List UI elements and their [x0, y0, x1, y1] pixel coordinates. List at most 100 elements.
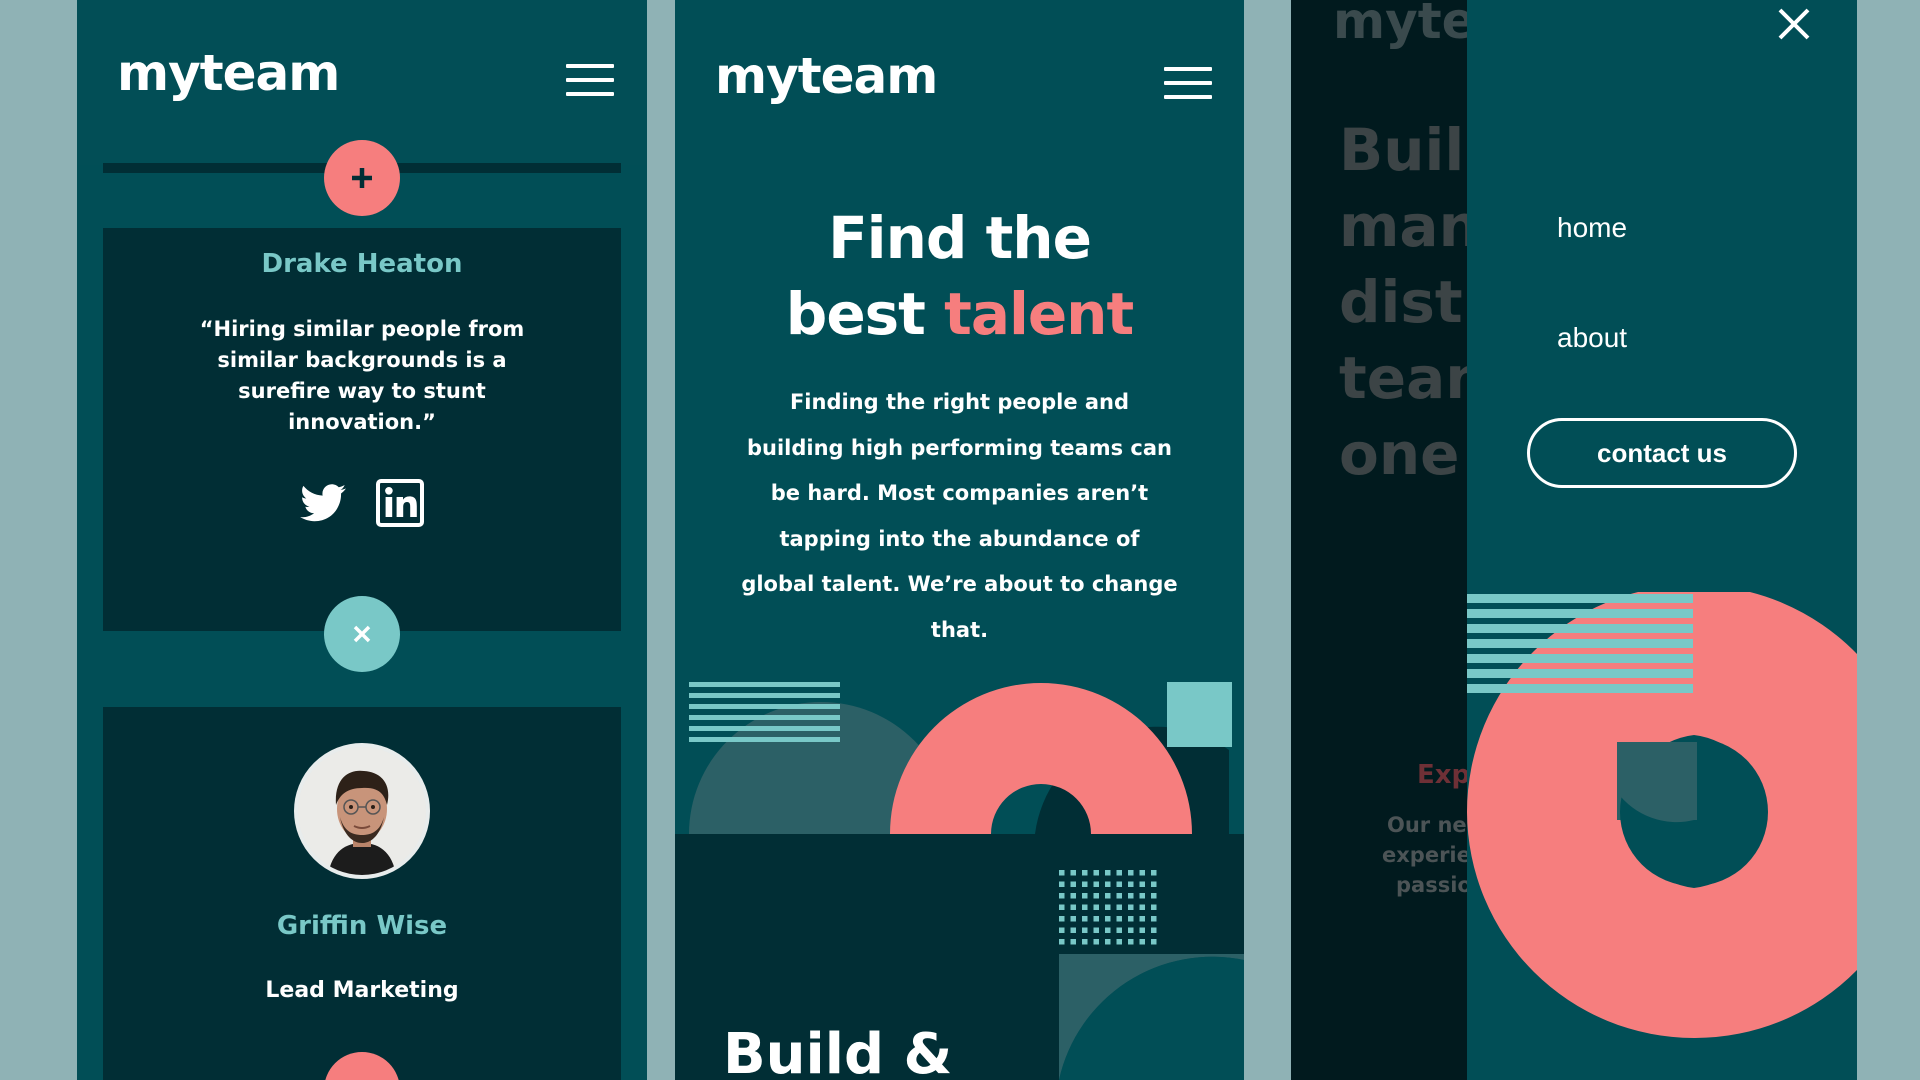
member-name: Griffin Wise — [276, 911, 448, 941]
dimmed-headline-line: one — [1339, 420, 1460, 488]
decor-dot — [1128, 927, 1134, 933]
avatar — [294, 743, 430, 879]
member-role: Lead Marketing — [265, 978, 459, 1003]
dimmed-text-line: passio — [1396, 873, 1472, 897]
decor-dot — [1116, 893, 1122, 899]
member-card-drake: Drake Heaton “Hiring similar people from… — [103, 228, 621, 631]
decor-dot — [1116, 870, 1122, 876]
decor-dot — [1116, 939, 1122, 945]
nav-link-home[interactable]: home — [1557, 212, 1627, 244]
decor-dot — [1070, 870, 1076, 876]
section-heading: Build & — [723, 1022, 953, 1080]
decor-dot — [1128, 870, 1134, 876]
dimmed-subheading: Exp — [1417, 760, 1471, 790]
decor-dot — [1082, 904, 1088, 910]
decor-dot — [1105, 916, 1111, 922]
decor-dot — [1070, 939, 1076, 945]
decor-dot — [1151, 916, 1157, 922]
decor-dot — [1059, 893, 1065, 899]
decor-dot — [1139, 904, 1145, 910]
decor-dot — [1105, 904, 1111, 910]
decor-dot — [1093, 870, 1099, 876]
member-quote: “Hiring similar people from similar back… — [199, 317, 525, 434]
decor-dot — [1105, 870, 1111, 876]
decor-dot — [1116, 881, 1122, 887]
drawer-decoration — [1467, 592, 1857, 1039]
plus-icon — [352, 168, 372, 188]
hero-heading-line2: best talent — [675, 276, 1244, 352]
decor-dot — [1093, 881, 1099, 887]
avatar-photo — [298, 747, 426, 875]
expand-button[interactable] — [324, 140, 400, 216]
decor-dot — [1151, 939, 1157, 945]
decor-dot — [1059, 870, 1065, 876]
hamburger-icon[interactable] — [566, 64, 614, 98]
decor-dot — [1059, 939, 1065, 945]
dimmed-text-line: Our ne — [1387, 813, 1467, 837]
decor-dot — [1059, 881, 1065, 887]
decor-dot — [1093, 893, 1099, 899]
decor-dot — [1093, 939, 1099, 945]
decor-dot — [1059, 927, 1065, 933]
decor-dot — [1151, 904, 1157, 910]
decor-dot — [1082, 927, 1088, 933]
decor-dot — [1082, 916, 1088, 922]
decor-dot — [1105, 927, 1111, 933]
decor-dot — [1151, 881, 1157, 887]
dimmed-headline-line: tean — [1339, 344, 1487, 412]
decor-dot — [1116, 916, 1122, 922]
dimmed-headline-line: man — [1339, 192, 1480, 260]
decor-dot — [1151, 893, 1157, 899]
decor-dot — [1139, 927, 1145, 933]
decor-dot — [1151, 870, 1157, 876]
decor-dot — [1139, 893, 1145, 899]
contact-us-button[interactable]: contact us — [1527, 418, 1797, 488]
decor-dot — [1070, 881, 1076, 887]
decor-dot — [1105, 939, 1111, 945]
nav-link-about[interactable]: about — [1557, 322, 1627, 354]
dimmed-headline-line: Buil — [1339, 116, 1465, 184]
decor-dot — [1070, 927, 1076, 933]
decor-dot — [1116, 927, 1122, 933]
member-name: Drake Heaton — [261, 249, 463, 279]
decor-dot — [1070, 916, 1076, 922]
decor-dot — [1070, 904, 1076, 910]
member-card-griffin: Griffin Wise Lead Marketing — [103, 707, 621, 1080]
decor-dot — [1105, 881, 1111, 887]
decor-dot — [1082, 939, 1088, 945]
dimmed-text-line: experie — [1382, 843, 1471, 867]
close-icon[interactable] — [1774, 4, 1814, 44]
site-logo[interactable]: myteam — [715, 47, 938, 105]
hero-heading-accent: talent — [944, 280, 1134, 348]
decor-dot — [1093, 916, 1099, 922]
decor-dot — [1128, 939, 1134, 945]
hero-heading: Find the best talent — [675, 200, 1244, 352]
decor-dot — [1128, 904, 1134, 910]
home-hero-panel: myteam Find the best talent Finding the … — [675, 0, 1244, 1080]
decor-dot — [1151, 927, 1157, 933]
decor-dot — [1128, 916, 1134, 922]
decor-dot — [1139, 870, 1145, 876]
decor-dot — [1105, 893, 1111, 899]
hero-heading-prefix: best — [785, 280, 945, 348]
twitter-icon[interactable] — [300, 484, 346, 522]
decor-dot — [1139, 881, 1145, 887]
decor-dot — [1070, 893, 1076, 899]
close-icon — [353, 625, 371, 643]
hero-description: Finding the right people and building hi… — [741, 390, 1178, 642]
hamburger-icon[interactable] — [1164, 67, 1212, 101]
decor-dot — [1093, 904, 1099, 910]
dimmed-logo: myte — [1333, 0, 1476, 50]
linkedin-icon[interactable] — [376, 479, 424, 527]
decor-dot — [1139, 939, 1145, 945]
decor-dot — [1059, 916, 1065, 922]
collapse-button[interactable] — [324, 596, 400, 672]
decor-dot — [1128, 881, 1134, 887]
decor-dot — [1082, 893, 1088, 899]
decor-dot — [1139, 916, 1145, 922]
nav-drawer: home about contact us — [1467, 0, 1857, 1080]
team-members-panel: myteam Drake Heaton “Hiring similar peop… — [77, 0, 647, 1080]
site-logo[interactable]: myteam — [117, 44, 340, 102]
hero-heading-line1: Find the — [828, 204, 1092, 272]
decor-dot — [1082, 870, 1088, 876]
